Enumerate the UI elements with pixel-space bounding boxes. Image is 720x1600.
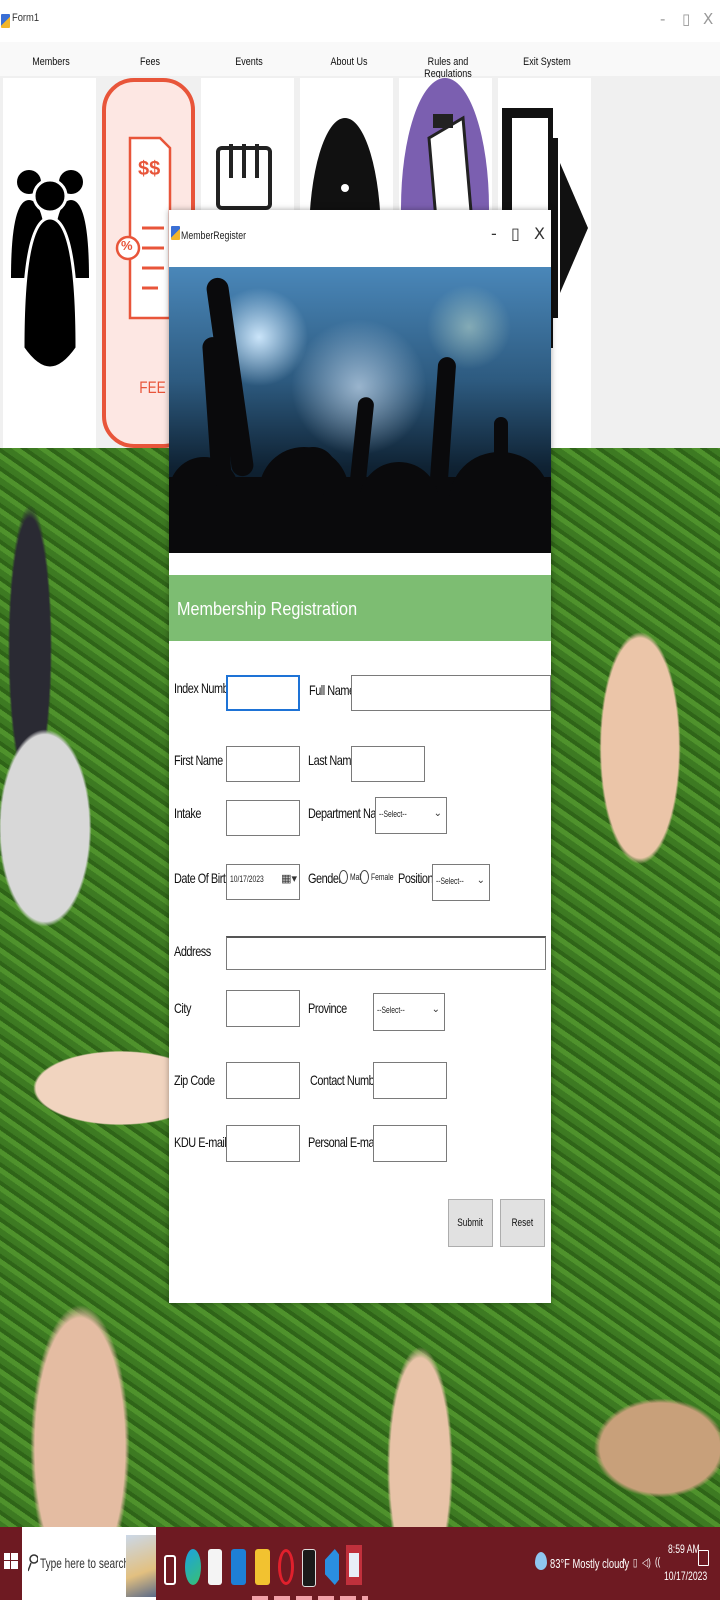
terminal-icon[interactable]: [302, 1549, 316, 1587]
fee-dollar-symbol: $$: [138, 158, 161, 180]
members-icon: [11, 170, 89, 370]
chevron-down-icon: ⌄: [476, 875, 485, 886]
main-window-titlebar: [0, 0, 720, 42]
menu-about-label[interactable]: About Us: [309, 56, 389, 68]
intake-label: Intake: [174, 805, 201, 821]
main-maximize-button[interactable]: ▯: [682, 10, 690, 28]
position-select-value: --Select--: [436, 876, 464, 886]
gender-female-radio[interactable]: [360, 870, 369, 884]
department-select-value: --Select--: [379, 809, 407, 819]
wifi-icon[interactable]: ((: [655, 1556, 660, 1568]
dialog-title: MemberRegister: [181, 230, 247, 242]
full-name-label: Full Name: [309, 682, 355, 698]
contact-number-input[interactable]: [373, 1062, 447, 1099]
province-select[interactable]: --Select-- ⌄: [373, 993, 445, 1031]
running-apps-indicator: [252, 1596, 368, 1600]
members-tile[interactable]: [3, 78, 96, 448]
registration-banner: Membership Registration: [169, 575, 551, 641]
kdu-email-input[interactable]: [226, 1125, 300, 1162]
intake-input[interactable]: [226, 800, 300, 836]
member-register-window: MemberRegister - ▯ X Membership Registra…: [169, 210, 551, 1303]
dob-value: 10/17/2023: [230, 874, 264, 884]
dialog-minimize-button[interactable]: -: [491, 224, 497, 243]
full-name-input[interactable]: [351, 675, 551, 711]
opera-browser-icon[interactable]: [278, 1549, 294, 1585]
chevron-down-icon: ⌄: [431, 1004, 440, 1015]
position-label: Position: [398, 870, 434, 886]
dob-label: Date Of Birth: [174, 870, 232, 886]
menu-events-label[interactable]: Events: [209, 56, 289, 68]
notification-icon[interactable]: [698, 1550, 709, 1566]
menu-rules-label[interactable]: Rules and Regulations: [408, 56, 488, 80]
search-highlight-image: [126, 1535, 156, 1597]
calendar-dropdown-icon[interactable]: ▦▾: [281, 872, 297, 885]
zip-code-label: Zip Code: [174, 1072, 215, 1088]
volume-icon[interactable]: ◁): [642, 1556, 651, 1569]
position-select[interactable]: --Select-- ⌄: [432, 864, 490, 901]
menu-fees-label[interactable]: Fees: [110, 56, 190, 68]
main-minimize-button[interactable]: -: [660, 10, 665, 28]
address-label: Address: [174, 943, 211, 959]
file-explorer-icon[interactable]: [255, 1549, 270, 1585]
fee-percent-symbol: %: [121, 238, 133, 253]
city-input[interactable]: [226, 990, 300, 1027]
province-select-value: --Select--: [377, 1005, 405, 1015]
kdu-email-label: KDU E-mail: [174, 1134, 227, 1150]
chevron-down-icon: ⌄: [433, 808, 442, 819]
first-name-label: First Name: [174, 752, 223, 768]
weather-text[interactable]: 83°F Mostly cloudy: [550, 1556, 629, 1571]
menu-exit-label[interactable]: Exit System: [507, 56, 587, 68]
main-window-title: Form1: [12, 12, 40, 24]
contact-number-label: Contact Number: [310, 1072, 383, 1088]
active-app-icon[interactable]: [346, 1545, 362, 1585]
dialog-close-button[interactable]: X: [534, 224, 545, 243]
dialog-app-icon: [171, 226, 180, 240]
first-name-input[interactable]: [226, 746, 300, 782]
task-view-icon[interactable]: [164, 1555, 176, 1585]
main-close-button[interactable]: X: [703, 10, 713, 28]
edge-browser-icon[interactable]: [185, 1549, 201, 1585]
fee-tile-caption: FEE: [139, 378, 166, 397]
gender-male-radio[interactable]: [339, 870, 348, 884]
personal-email-input[interactable]: [373, 1125, 447, 1162]
department-select[interactable]: --Select-- ⌄: [375, 797, 447, 834]
city-label: City: [174, 1000, 191, 1016]
clock-time[interactable]: 8:59 AM: [668, 1542, 700, 1556]
windows-start-icon[interactable]: [4, 1553, 18, 1569]
search-icon: [28, 1554, 38, 1572]
banner-title: Membership Registration: [177, 599, 358, 619]
tray-overflow-icon[interactable]: ^: [622, 1556, 626, 1571]
address-input[interactable]: [226, 936, 546, 970]
reset-button[interactable]: Reset: [500, 1199, 545, 1247]
battery-icon[interactable]: ▯: [633, 1556, 637, 1569]
province-label: Province: [308, 1000, 347, 1016]
dialog-maximize-button[interactable]: ▯: [511, 224, 520, 243]
clock-date[interactable]: 10/17/2023: [664, 1569, 707, 1583]
gender-female-label[interactable]: Female: [371, 872, 394, 882]
menu-members-label[interactable]: Members: [11, 56, 91, 68]
last-name-label: Last Name: [308, 752, 357, 768]
zip-code-input[interactable]: [226, 1062, 300, 1099]
index-number-input[interactable]: [226, 675, 300, 711]
mail-icon[interactable]: [231, 1549, 246, 1585]
submit-button[interactable]: Submit: [448, 1199, 493, 1247]
store-icon[interactable]: [208, 1549, 222, 1585]
concert-crowd-image: [169, 267, 551, 553]
taskbar-search-box[interactable]: Type here to search: [22, 1527, 156, 1600]
weather-icon: [535, 1552, 547, 1570]
personal-email-label: Personal E-mail: [308, 1134, 379, 1150]
last-name-input[interactable]: [351, 746, 425, 782]
gender-label: Gender: [308, 870, 342, 886]
dob-datepicker[interactable]: 10/17/2023 ▦▾: [226, 864, 300, 900]
app-icon: [1, 14, 10, 28]
search-placeholder: Type here to search: [40, 1555, 130, 1571]
